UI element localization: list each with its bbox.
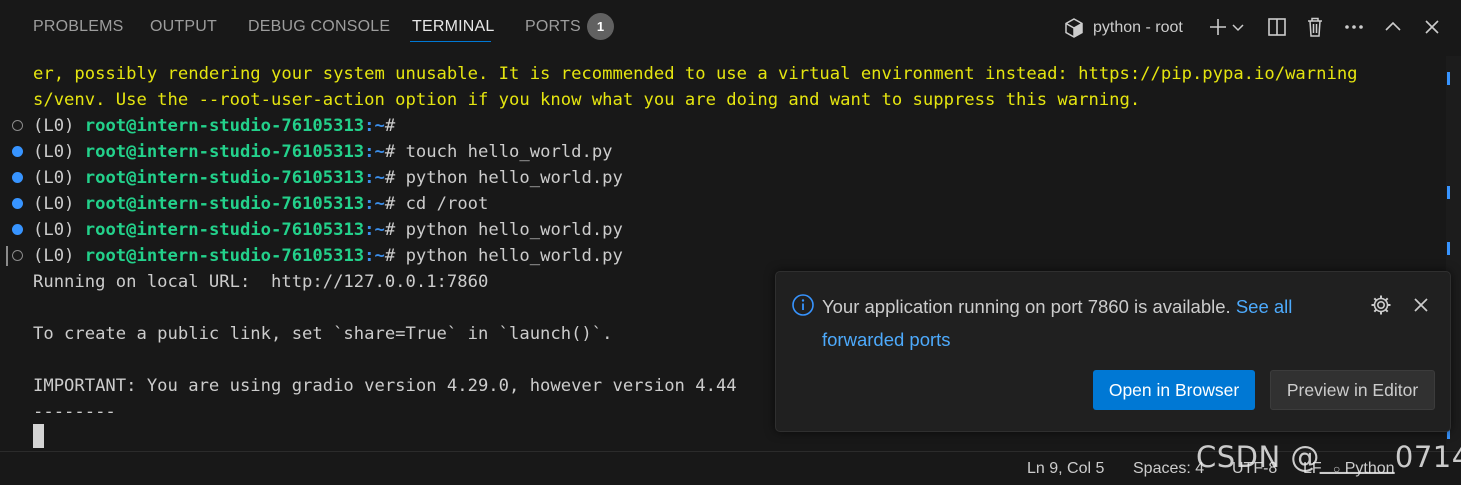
chevron-down-icon[interactable] (1230, 14, 1246, 40)
port-forward-notification: Your application running on port 7860 is… (775, 271, 1451, 432)
preview-in-editor-button[interactable]: Preview in Editor (1270, 370, 1435, 410)
open-in-browser-button[interactable]: Open in Browser (1093, 370, 1255, 410)
prompt-line: (L0) root@intern-studio-76105313:~# touc… (33, 142, 613, 162)
watermark: CSDN @_____0714 (1196, 440, 1461, 474)
tab-problems[interactable]: PROBLEMS (33, 18, 124, 36)
terminal-profile-icon (1063, 17, 1085, 39)
prompt-line: (L0) root@intern-studio-76105313:~# pyth… (33, 220, 623, 240)
close-icon[interactable] (1410, 294, 1432, 316)
gear-icon[interactable] (1370, 294, 1392, 316)
prompt-line: (L0) root@intern-studio-76105313:~# pyth… (33, 168, 623, 188)
tab-ports[interactable]: PORTS (525, 18, 581, 36)
tab-output[interactable]: OUTPUT (150, 18, 217, 36)
prompt-line: (L0) root@intern-studio-76105313:~# (33, 116, 396, 136)
output-line: To create a public link, set `share=True… (33, 324, 613, 344)
tab-terminal[interactable]: TERMINAL (412, 18, 495, 36)
cursor-position[interactable]: Ln 9, Col 5 (1027, 460, 1104, 478)
command-decoration-icon[interactable] (12, 250, 23, 261)
command-decoration-icon[interactable] (12, 224, 23, 235)
command-group-marker (6, 246, 8, 266)
indentation[interactable]: Spaces: 4 (1133, 460, 1204, 478)
command-decoration-icon[interactable] (12, 146, 23, 157)
warning-line: s/venv. Use the --root-user-action optio… (33, 90, 1141, 110)
output-line: IMPORTANT: You are using gradio version … (33, 376, 737, 396)
new-terminal-icon[interactable] (1206, 14, 1230, 40)
active-tab-indicator (410, 41, 491, 42)
tab-debug-console[interactable]: DEBUG CONSOLE (248, 18, 390, 36)
command-decoration-icon[interactable] (12, 120, 23, 131)
warning-line: er, possibly rendering your system unusa… (33, 64, 1358, 84)
notification-text: Your application running on port 7860 is… (822, 296, 1231, 317)
scroll-ruler-mark (1447, 186, 1450, 199)
terminal-selector[interactable]: python - root (1063, 15, 1183, 41)
close-panel-icon[interactable] (1420, 14, 1444, 40)
scroll-ruler-mark (1447, 242, 1450, 255)
output-line: -------- (33, 402, 116, 422)
notification-message: Your application running on port 7860 is… (822, 290, 1342, 356)
panel-tab-bar: PROBLEMS OUTPUT DEBUG CONSOLE TERMINAL P… (0, 0, 1461, 56)
prompt-line: (L0) root@intern-studio-76105313:~# pyth… (33, 246, 623, 266)
info-icon (791, 293, 815, 317)
ellipsis-icon[interactable] (1342, 14, 1366, 40)
ports-count-badge: 1 (587, 13, 614, 40)
scroll-ruler-mark (1447, 72, 1450, 85)
command-decoration-icon[interactable] (12, 172, 23, 183)
terminal-name: python - root (1093, 19, 1183, 36)
output-line: Running on local URL: http://127.0.0.1:7… (33, 272, 489, 292)
split-terminal-icon[interactable] (1265, 14, 1289, 40)
chevron-up-icon[interactable] (1381, 14, 1405, 40)
command-decoration-icon[interactable] (12, 198, 23, 209)
prompt-line: (L0) root@intern-studio-76105313:~# cd /… (33, 194, 489, 214)
trash-icon[interactable] (1303, 14, 1327, 40)
terminal-cursor (33, 424, 44, 448)
